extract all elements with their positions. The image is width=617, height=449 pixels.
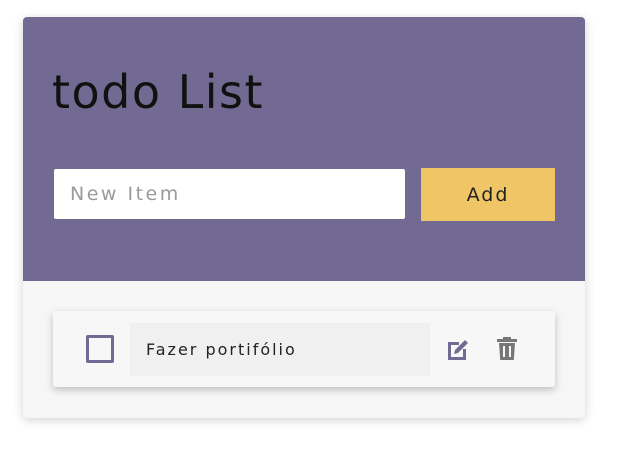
header: todo List Add [23, 17, 585, 281]
todo-checkbox[interactable] [86, 335, 114, 363]
add-button[interactable]: Add [421, 168, 555, 221]
todo-card: todo List Add Fazer portifólio [23, 17, 585, 418]
trash-icon[interactable] [494, 336, 520, 362]
todo-item: Fazer portifólio [53, 311, 555, 387]
new-item-input[interactable] [54, 169, 405, 219]
todo-text[interactable]: Fazer portifólio [130, 323, 430, 376]
app-title: todo List [52, 65, 265, 119]
edit-icon[interactable] [445, 336, 471, 362]
